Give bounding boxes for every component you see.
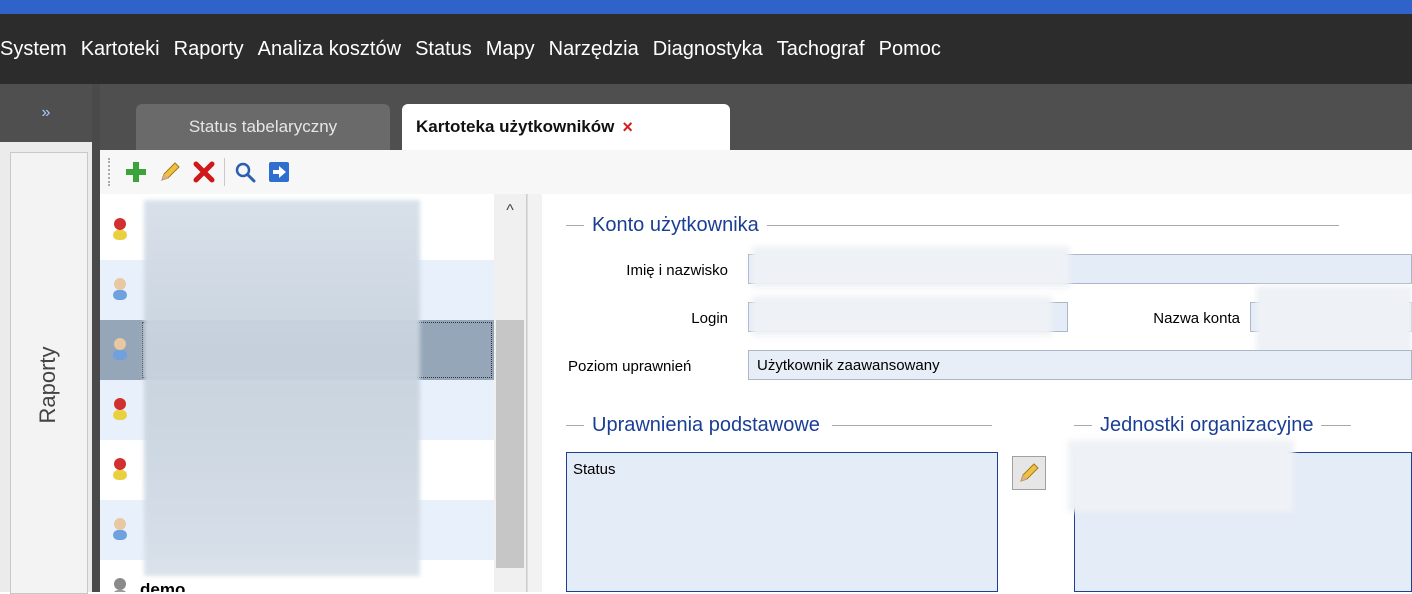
edit-icon [161, 162, 180, 181]
menu-mapy[interactable]: Mapy [486, 38, 535, 61]
side-panel-expand-button[interactable]: » [0, 84, 92, 142]
add-button[interactable] [122, 158, 150, 186]
redacted-org-unit [1068, 440, 1294, 512]
list-item-label: demo [140, 580, 186, 592]
tab-kartoteka-uzytkownikow[interactable]: Kartoteka użytkowników × [402, 104, 730, 150]
menu-diagnostyka[interactable]: Diagnostyka [653, 38, 763, 61]
user-blue-icon [113, 518, 127, 540]
basic-permissions-list[interactable]: Status [566, 452, 998, 592]
user-red-icon [113, 458, 127, 480]
tab-label: Status tabelaryczny [188, 117, 338, 136]
list-item[interactable]: Status [573, 461, 991, 478]
tab-status-tabelaryczny[interactable]: Status tabelaryczny [136, 104, 390, 150]
group-konto-uzytkownika: Konto użytkownika [566, 214, 1339, 237]
login-label: Login [691, 310, 728, 327]
scroll-up-icon[interactable]: ^ [494, 202, 526, 226]
toolbar-separator [224, 158, 225, 186]
chevron-double-right-icon: » [41, 104, 51, 121]
toolbar-grip [108, 158, 116, 186]
side-panel-border [92, 84, 100, 592]
side-panel-label: Raporty [35, 346, 60, 424]
search-button[interactable] [231, 158, 259, 186]
delete-icon [193, 161, 215, 183]
menu-raporty[interactable]: Raporty [174, 38, 244, 61]
pencil-icon [1020, 463, 1039, 482]
panel-splitter[interactable] [527, 194, 543, 592]
menu-tachograf[interactable]: Tachograf [777, 38, 865, 61]
edit-permissions-button[interactable] [1012, 456, 1046, 490]
export-button[interactable] [265, 158, 293, 186]
group-title: Konto użytkownika [592, 214, 759, 236]
name-label: Imię i nazwisko [626, 262, 728, 279]
user-red-icon [113, 218, 127, 240]
menu-system[interactable]: System [0, 38, 67, 61]
close-icon[interactable]: × [622, 117, 633, 138]
scroll-thumb[interactable] [496, 320, 524, 568]
permission-level-value: Użytkownik zaawansowany [757, 356, 940, 374]
delete-button[interactable] [190, 158, 218, 186]
redacted-login [752, 296, 1052, 336]
search-icon [235, 162, 256, 183]
tab-label: Kartoteka użytkowników [416, 117, 615, 136]
redacted-user-names [144, 200, 420, 576]
account-name-label: Nazwa konta [1153, 310, 1240, 327]
menu-status[interactable]: Status [415, 38, 472, 61]
menu-pomoc[interactable]: Pomoc [879, 38, 941, 61]
window-top-stripe [0, 0, 1412, 14]
group-title: Jednostki organizacyjne [1100, 414, 1314, 436]
user-blue-icon [113, 278, 127, 300]
menu-bar: System Kartoteki Raporty Analiza kosztów… [0, 14, 1412, 84]
list-scrollbar[interactable]: ^ [494, 194, 526, 592]
menu-analiza-kosztow[interactable]: Analiza kosztów [258, 38, 401, 61]
permission-level-select[interactable]: Użytkownik zaawansowany [748, 350, 1412, 380]
permission-level-label: Poziom uprawnień [568, 358, 692, 375]
user-red-icon [113, 398, 127, 420]
menu-narzedzia[interactable]: Narzędzia [549, 38, 639, 61]
export-icon [269, 162, 289, 182]
user-blue-icon [113, 338, 127, 360]
group-jednostki-organizacyjne: Jednostki organizacyjne [1074, 414, 1352, 437]
group-uprawnienia-podstawowe: Uprawnienia podstawowe [566, 414, 992, 437]
redacted-account-name [1256, 286, 1412, 356]
add-icon [126, 162, 146, 182]
group-title: Uprawnienia podstawowe [592, 414, 820, 436]
toolbar [100, 150, 1412, 195]
edit-button[interactable] [156, 158, 184, 186]
menu-kartoteki[interactable]: Kartoteki [81, 38, 160, 61]
user-icon [114, 578, 126, 592]
redacted-name [752, 246, 1070, 288]
